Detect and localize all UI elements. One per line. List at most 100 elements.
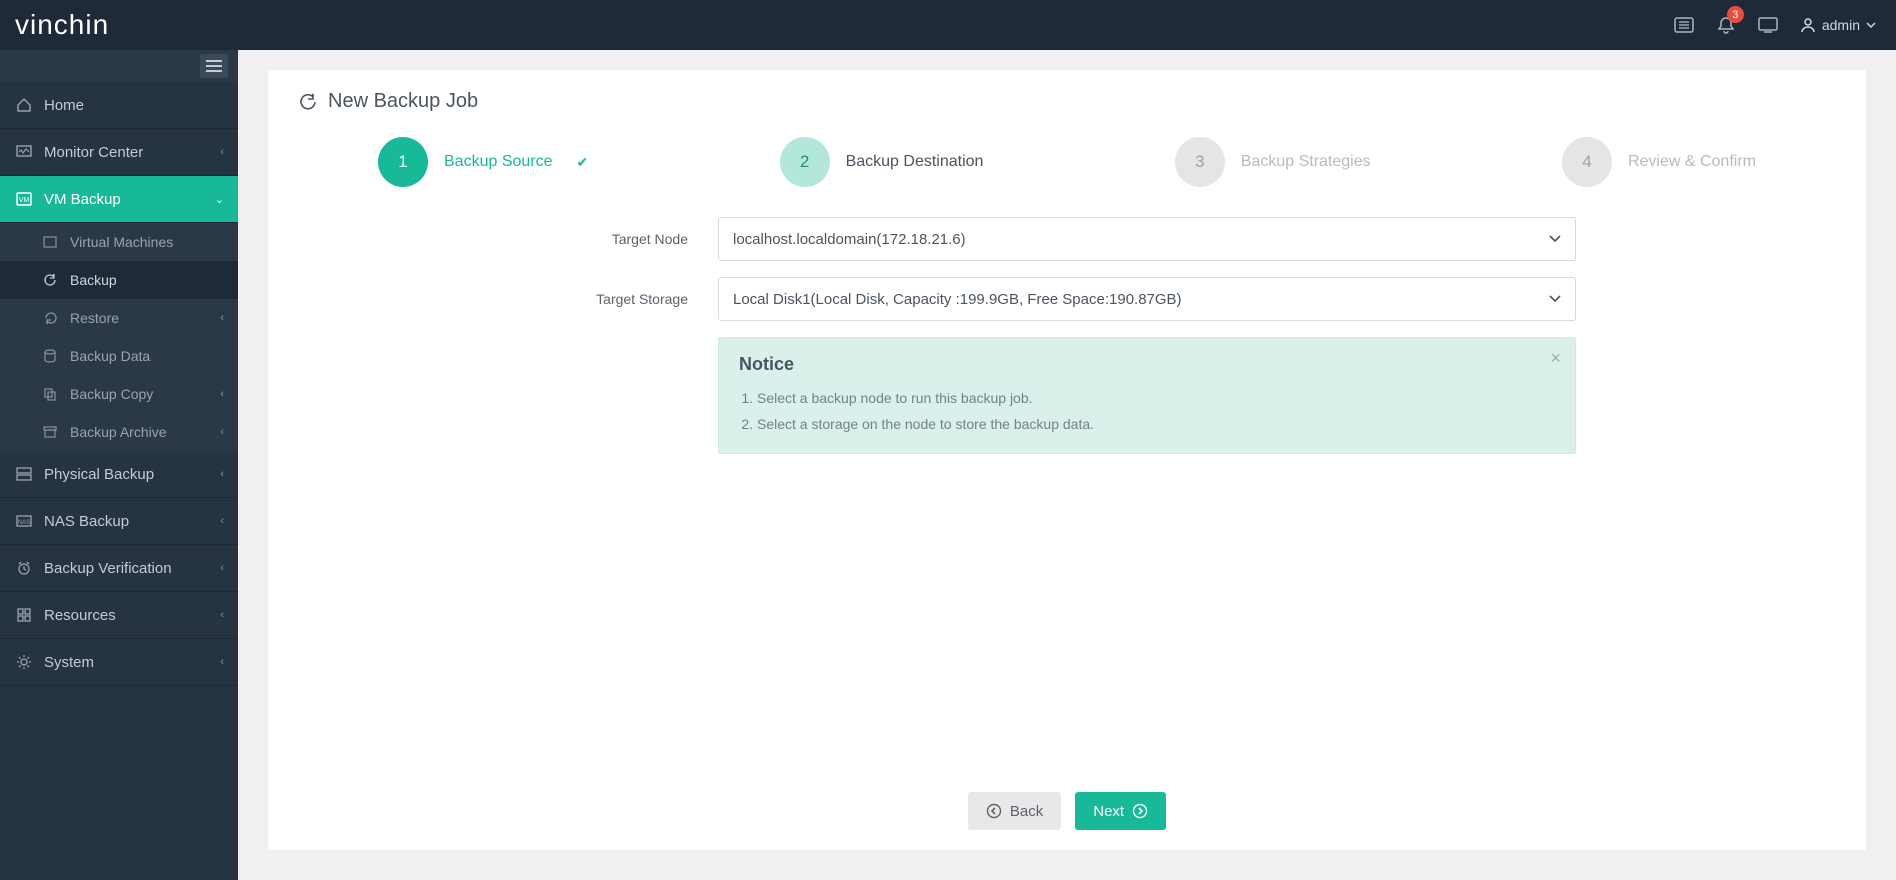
step-label: Backup Source [444,153,553,171]
server-icon [14,467,34,481]
chevron-left-icon: ‹ [220,468,224,480]
sidebar-item-backup-verification[interactable]: Backup Verification ‹ [0,545,238,592]
step-label: Review & Confirm [1628,153,1756,171]
notice-title: Notice [739,354,1555,375]
svg-text:NAS: NAS [18,520,30,526]
sidebar-item-physical-backup[interactable]: Physical Backup ‹ [0,451,238,498]
sidebar-item-vm-backup[interactable]: VM VM Backup ⌄ [0,176,238,223]
job-queue-icon[interactable] [1674,15,1694,35]
wizard-step-3[interactable]: 3 Backup Strategies [1175,137,1371,187]
step-number: 1 [378,137,428,187]
sidebar-subitem-backup-copy[interactable]: Backup Copy ‹ [0,375,238,413]
chevron-left-icon: ‹ [220,609,224,621]
chevron-down-icon [1866,22,1876,28]
logo: vinchin [15,9,109,41]
sidebar-subitem-label: Restore [70,310,119,326]
sidebar-subitem-label: Backup Archive [70,424,167,440]
disk-icon [40,349,60,363]
sidebar-item-label: Home [44,97,84,114]
sidebar-item-label: Resources [44,607,116,624]
back-button[interactable]: Back [968,792,1061,830]
sidebar-toggle-row [0,50,238,82]
chevron-left-icon: ‹ [220,656,224,668]
vm-sub-icon [40,236,60,248]
chevron-down-icon [1549,235,1561,243]
chevron-left-icon: ‹ [220,515,224,527]
sidebar-item-label: Monitor Center [44,144,143,161]
notice-box: × Notice Select a backup node to run thi… [718,337,1576,454]
target-node-value: localhost.localdomain(172.18.21.6) [733,231,966,248]
form-row-target-node: Target Node localhost.localdomain(172.18… [428,217,1576,261]
clock-icon [14,560,34,576]
vm-icon: VM [14,192,34,206]
monitor-icon [14,145,34,159]
topbar-right: 3 admin [1674,15,1876,35]
notice-line: Select a storage on the node to store th… [757,411,1555,437]
refresh-icon [298,92,318,112]
wizard: 1 Backup Source ✔ 2 Backup Destination 3… [268,137,1866,217]
sidebar-item-home[interactable]: Home [0,82,238,129]
user-menu[interactable]: admin [1800,17,1876,33]
form: Target Node localhost.localdomain(172.18… [268,217,1866,454]
step-number: 3 [1175,137,1225,187]
wizard-step-4[interactable]: 4 Review & Confirm [1562,137,1756,187]
sidebar-subitem-backup-data[interactable]: Backup Data [0,337,238,375]
wizard-step-1[interactable]: 1 Backup Source ✔ [378,137,588,187]
sidebar-item-label: VM Backup [44,191,121,208]
sidebar-item-label: System [44,654,94,671]
refresh-icon [40,273,60,287]
sidebar-item-label: NAS Backup [44,513,129,530]
chevron-left-icon: ‹ [220,312,224,324]
step-label: Backup Destination [846,153,984,171]
sidebar-item-system[interactable]: System ‹ [0,639,238,686]
archive-icon [40,426,60,438]
chevron-left-icon: ‹ [220,388,224,400]
nas-icon: NAS [14,515,34,527]
topbar: vinchin 3 admin [0,0,1896,50]
sidebar-item-label: Backup Verification [44,560,172,577]
target-storage-value: Local Disk1(Local Disk, Capacity :199.9G… [733,291,1182,308]
sidebar: Home Monitor Center ‹ VM VM Backup ⌄ Vir… [0,50,238,880]
chevron-down-icon [1549,295,1561,303]
notice-line: Select a backup node to run this backup … [757,385,1555,411]
sidebar-subitem-backup[interactable]: Backup [0,261,238,299]
sidebar-item-nas-backup[interactable]: NAS NAS Backup ‹ [0,498,238,545]
close-icon[interactable]: × [1550,348,1561,369]
main: New Backup Job 1 Backup Source ✔ 2 Backu… [238,50,1896,880]
chevron-down-icon: ⌄ [215,193,224,206]
home-icon [14,97,34,113]
target-storage-select[interactable]: Local Disk1(Local Disk, Capacity :199.9G… [718,277,1576,321]
wizard-step-2[interactable]: 2 Backup Destination [780,137,984,187]
sidebar-subitem-label: Backup Copy [70,386,153,402]
target-node-label: Target Node [428,231,718,247]
sidebar-subitem-label: Virtual Machines [70,234,173,250]
target-storage-label: Target Storage [428,291,718,307]
sidebar-subitem-restore[interactable]: Restore ‹ [0,299,238,337]
chevron-left-icon: ‹ [220,426,224,438]
sidebar-subitem-label: Backup [70,272,117,288]
user-icon [1800,17,1816,33]
screen-icon[interactable] [1758,15,1778,35]
copy-icon [40,387,60,401]
arrow-left-circle-icon [986,803,1002,819]
sidebar-subitem-backup-archive[interactable]: Backup Archive ‹ [0,413,238,451]
sidebar-subitem-virtual-machines[interactable]: Virtual Machines [0,223,238,261]
wizard-footer: Back Next [268,792,1866,830]
panel: New Backup Job 1 Backup Source ✔ 2 Backu… [268,70,1866,850]
notification-badge: 3 [1727,6,1744,23]
form-row-target-storage: Target Storage Local Disk1(Local Disk, C… [428,277,1576,321]
check-icon: ✔ [577,154,589,171]
hamburger-icon[interactable] [200,54,228,78]
target-node-select[interactable]: localhost.localdomain(172.18.21.6) [718,217,1576,261]
notification-bell-icon[interactable]: 3 [1716,15,1736,35]
sidebar-item-label: Physical Backup [44,466,154,483]
arrow-right-circle-icon [1132,803,1148,819]
chevron-left-icon: ‹ [220,562,224,574]
page-title: New Backup Job [268,70,1866,137]
user-label: admin [1822,17,1860,33]
sidebar-item-monitor-center[interactable]: Monitor Center ‹ [0,129,238,176]
sidebar-item-resources[interactable]: Resources ‹ [0,592,238,639]
next-button[interactable]: Next [1075,792,1166,830]
step-number: 2 [780,137,830,187]
step-label: Backup Strategies [1241,153,1371,171]
